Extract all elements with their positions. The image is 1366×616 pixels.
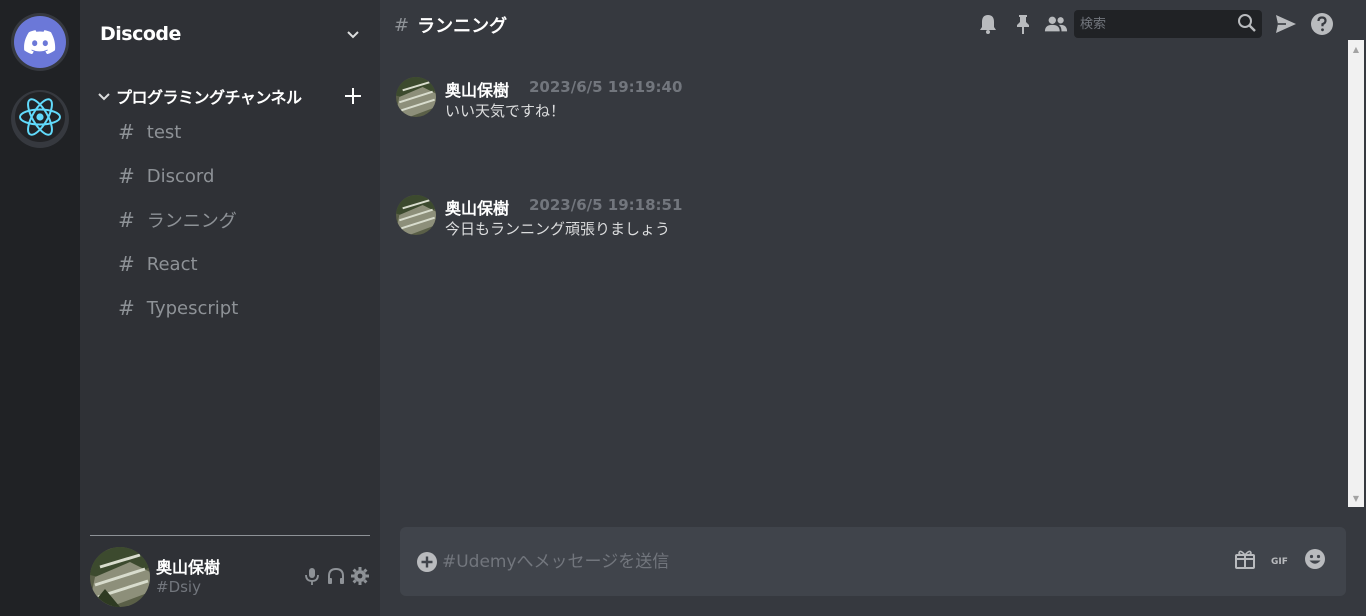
svg-text:GIF: GIF [1271, 557, 1288, 567]
send-icon[interactable] [1274, 12, 1298, 36]
server-react[interactable] [11, 90, 69, 148]
avatar[interactable] [90, 547, 150, 607]
message-composer: GIF [400, 527, 1346, 596]
pin-icon[interactable] [1011, 12, 1035, 36]
chevron-down-icon [98, 87, 110, 106]
composer-tools: GIF [1234, 548, 1326, 574]
hash-icon: # [394, 14, 410, 36]
message-timestamp: 2023/6/5 19:19:40 [529, 78, 683, 96]
channel-label: Typescript [146, 297, 239, 319]
message-input[interactable] [442, 549, 1222, 575]
headphones-icon[interactable] [326, 566, 346, 590]
channel-item[interactable]: # Typescript [118, 294, 238, 322]
channel-item[interactable]: # test [118, 118, 181, 146]
message-text: 今日もランニング頑張りましょう [445, 220, 671, 238]
chevron-down-icon[interactable] [346, 25, 360, 44]
chat-area: # ランニング 検索 ▲ ▼ 奥山保樹 2023/6/5 19:19:40 いい… [380, 0, 1366, 616]
channel-sidebar: Discode プログラミングチャンネル # test # Discord # … [80, 0, 380, 616]
discord-clone-app: Discode プログラミングチャンネル # test # Discord # … [0, 0, 1366, 616]
message-author[interactable]: 奥山保樹 [445, 77, 509, 101]
channel-label: Discord [146, 165, 215, 187]
add-attachment-icon[interactable] [416, 551, 438, 577]
gift-icon[interactable] [1234, 548, 1256, 574]
message: 奥山保樹 2023/6/5 19:19:40 いい天気ですね！ [396, 77, 1096, 121]
category-label: プログラミングチャンネル [116, 88, 302, 107]
channel-item[interactable]: # ランニング [118, 206, 237, 234]
server-discord[interactable] [11, 13, 69, 71]
channel-item[interactable]: # React [118, 250, 198, 278]
search-icon[interactable] [1236, 12, 1258, 38]
message: 奥山保樹 2023/6/5 19:18:51 今日もランニング頑張りましょう [396, 195, 1096, 239]
header-toolbar [976, 10, 1366, 38]
hash-icon: # [118, 252, 135, 276]
bell-icon[interactable] [976, 12, 1000, 36]
microphone-icon[interactable] [302, 566, 322, 590]
channel-label: test [146, 121, 182, 143]
channel-title: ランニング [417, 16, 508, 37]
members-icon[interactable] [1044, 12, 1068, 36]
user-panel: 奥山保樹 #Dsiy [90, 535, 370, 616]
scroll-up-icon[interactable]: ▲ [1348, 42, 1364, 56]
search-input[interactable] [1080, 14, 1230, 34]
scroll-down-icon[interactable]: ▼ [1348, 491, 1364, 505]
emoji-icon[interactable] [1304, 548, 1326, 574]
gear-icon[interactable] [350, 566, 370, 590]
server-rail [0, 0, 80, 616]
user-controls [302, 566, 370, 590]
server-name: Discode [100, 23, 181, 45]
channel-category[interactable]: プログラミングチャンネル [98, 84, 368, 108]
hash-icon: # [118, 208, 135, 232]
discord-logo-icon [14, 16, 66, 68]
user-name: 奥山保樹 [156, 558, 221, 577]
search-box[interactable] [1074, 10, 1262, 38]
avatar[interactable] [396, 77, 436, 117]
react-logo-icon [14, 91, 66, 147]
user-tag: #Dsiy [156, 578, 201, 596]
server-header[interactable]: Discode [100, 20, 360, 48]
channel-label: React [146, 253, 198, 275]
help-icon[interactable] [1310, 12, 1334, 36]
channel-item[interactable]: # Discord [118, 162, 214, 190]
hash-icon: # [118, 296, 135, 320]
message-timestamp: 2023/6/5 19:18:51 [529, 196, 683, 214]
message-text: いい天気ですね！ [445, 102, 566, 120]
message-author[interactable]: 奥山保樹 [445, 195, 509, 219]
chat-header: # ランニング [394, 12, 507, 38]
scrollbar[interactable]: ▲ ▼ [1348, 40, 1364, 507]
hash-icon: # [118, 120, 135, 144]
gif-icon[interactable]: GIF [1270, 552, 1290, 571]
hash-icon: # [118, 164, 135, 188]
avatar[interactable] [396, 195, 436, 235]
channel-label: ランニング [146, 211, 237, 232]
add-channel-icon[interactable] [344, 84, 362, 112]
